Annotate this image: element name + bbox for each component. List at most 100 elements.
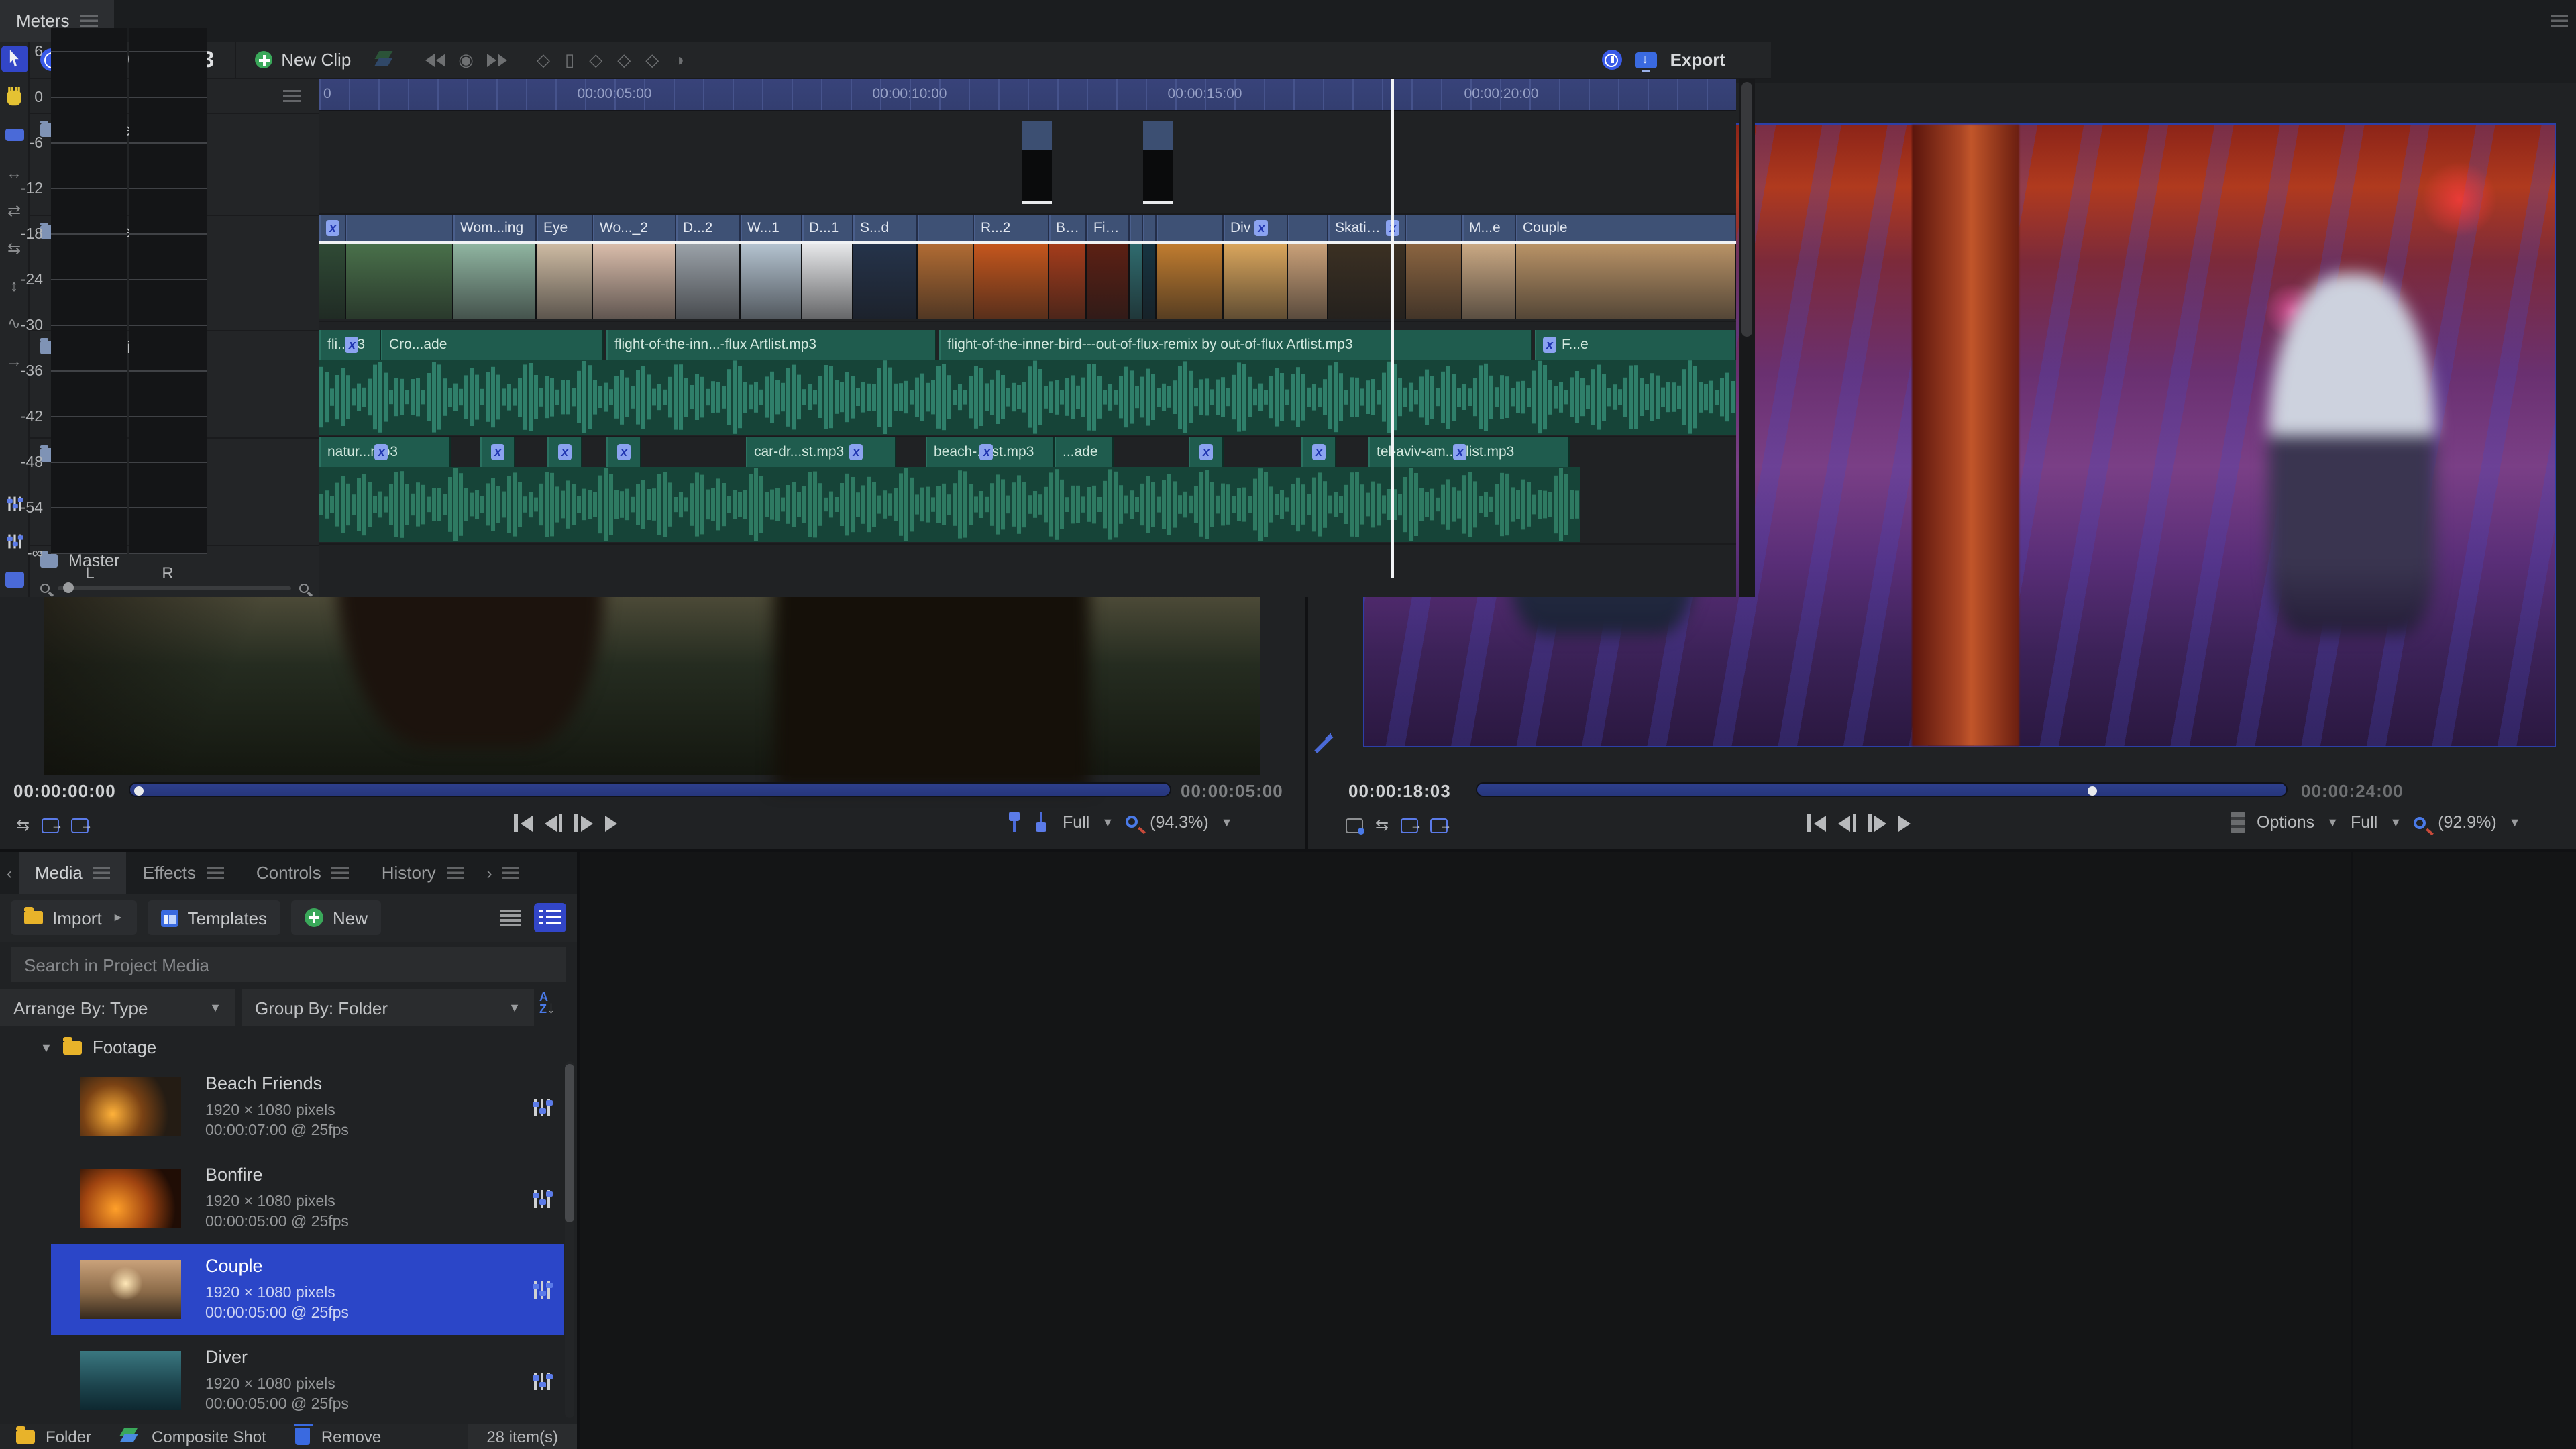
media-list-item[interactable]: Bonfire 1920 × 1080 pixels 00:00:05:00 @…: [51, 1152, 564, 1244]
remove-icon[interactable]: [296, 1428, 311, 1445]
audio-clip[interactable]: ...ade: [1055, 437, 1114, 467]
loop-playback-icon[interactable]: ⇆: [1375, 816, 1389, 835]
group-by-dropdown[interactable]: Group By: Folder▼: [241, 989, 534, 1026]
video-clip[interactable]: W...1: [741, 215, 802, 241]
timeline-vertical-scrollbar[interactable]: [1739, 79, 1755, 597]
video-clip[interactable]: Fi...er: [1087, 215, 1130, 241]
video-clip[interactable]: x: [319, 215, 346, 241]
list-view-icon[interactable]: [500, 910, 521, 926]
panel-menu-icon[interactable]: [447, 867, 464, 879]
audio-clip[interactable]: x: [1301, 437, 1336, 467]
clip-properties-icon[interactable]: [534, 1372, 550, 1389]
video-clip[interactable]: [918, 215, 974, 241]
remove-label[interactable]: Remove: [321, 1427, 381, 1446]
track-lane-music[interactable]: x fli...p3 Cro...ade flight-of-the-inn..…: [319, 330, 1736, 437]
video-clip[interactable]: R...2: [974, 215, 1049, 241]
video-clip[interactable]: x Skating: [1328, 215, 1406, 241]
video-clip[interactable]: S...d: [853, 215, 918, 241]
track-lane-video1[interactable]: x Wom...ing: [319, 215, 1736, 322]
previous-frame-button[interactable]: [1837, 814, 1856, 832]
track-lane-master[interactable]: [319, 545, 1736, 577]
search-input[interactable]: [11, 947, 566, 982]
video-clip[interactable]: [1143, 215, 1157, 241]
overlay-to-timeline-icon[interactable]: →: [71, 818, 89, 833]
export-frame-icon[interactable]: →: [1401, 818, 1418, 833]
make-composite-icon[interactable]: [375, 51, 395, 68]
composite-shot-icon[interactable]: [121, 1428, 141, 1445]
media-panel-tab[interactable]: Controls: [240, 852, 366, 894]
video-clip[interactable]: [1022, 121, 1052, 204]
audio-clip[interactable]: x tel-aviv-am...rtlist.mp3: [1368, 437, 1570, 467]
media-list-item[interactable]: Couple 1920 × 1080 pixels 00:00:05:00 @ …: [51, 1244, 564, 1335]
fit-mode-dropdown-icon[interactable]: ▼: [2390, 816, 2402, 829]
zoom-in-icon[interactable]: [299, 583, 309, 592]
video-clip[interactable]: B...s: [1049, 215, 1087, 241]
panel-menu-icon[interactable]: [502, 867, 520, 879]
composite-shot-label[interactable]: Composite Shot: [152, 1427, 266, 1446]
disclosure-triangle-icon[interactable]: ▼: [40, 1040, 52, 1054]
tabs-scroll-right-icon[interactable]: ›: [480, 852, 499, 894]
audio-clip[interactable]: x fli...p3: [319, 330, 381, 360]
zoom-dropdown-icon[interactable]: ▼: [2509, 816, 2521, 829]
zoom-dropdown-icon[interactable]: ▼: [1221, 815, 1233, 828]
detail-view-icon[interactable]: [534, 903, 566, 932]
overlay-edit-icon[interactable]: [1036, 812, 1051, 832]
import-button[interactable]: Import ▼: [11, 900, 137, 935]
play-button[interactable]: [1898, 815, 1910, 831]
audio-clip[interactable]: x car-dr...st.mp3: [746, 437, 896, 467]
timeline-playhead[interactable]: [1391, 79, 1394, 578]
trimmer-fit-mode[interactable]: Full: [1063, 812, 1089, 831]
viewer-playhead-handle[interactable]: [2088, 786, 2097, 795]
fit-frame-icon[interactable]: [1346, 818, 1363, 833]
zoom-slider-handle[interactable]: [63, 582, 74, 593]
viewer-zoom-percent[interactable]: (92.9%): [2438, 813, 2497, 832]
video-clip[interactable]: Eye: [537, 215, 593, 241]
panel-menu-icon[interactable]: [332, 867, 350, 879]
trimmer-scrubber[interactable]: [129, 782, 1171, 797]
media-scrollbar[interactable]: [565, 1061, 574, 1418]
new-button[interactable]: New: [291, 900, 381, 935]
go-to-start-button[interactable]: [514, 814, 532, 832]
export-in-out-icon[interactable]: →: [1430, 818, 1448, 833]
play-button[interactable]: [604, 815, 616, 831]
video-clip[interactable]: Couple: [1516, 215, 1736, 241]
next-frame-button[interactable]: [574, 814, 592, 832]
new-folder-icon[interactable]: [16, 1430, 35, 1443]
sort-az-icon[interactable]: AZ↓: [539, 991, 555, 1014]
clip-properties-icon[interactable]: [534, 1098, 550, 1116]
media-panel-tab[interactable]: Effects: [127, 852, 240, 894]
templates-button[interactable]: Templates: [148, 900, 281, 935]
media-panel-tab[interactable]: Media: [19, 852, 127, 894]
timeline-ruler[interactable]: 000:00:05:0000:00:10:0000:00:15:0000:00:…: [319, 79, 1736, 111]
slice-icon[interactable]: ▯: [565, 49, 574, 70]
media-list-item[interactable]: Diver 1920 × 1080 pixels 00:00:05:00 @ 2…: [51, 1335, 564, 1426]
export-button[interactable]: Export: [1670, 50, 1725, 70]
panel-menu-icon[interactable]: [80, 15, 97, 27]
insert-edit-icon[interactable]: [1009, 812, 1024, 832]
video-clip[interactable]: [346, 215, 453, 241]
media-panel-tab[interactable]: History: [366, 852, 480, 894]
audio-clip[interactable]: x beach-...ist.mp3: [926, 437, 1055, 467]
audio-clip[interactable]: Cro...ade: [381, 330, 604, 360]
timeline-zoom-slider[interactable]: [58, 586, 291, 590]
video-clip[interactable]: Wo..._2: [593, 215, 676, 241]
track-lane-video2[interactable]: [319, 113, 1736, 215]
audio-clip[interactable]: x: [547, 437, 582, 467]
track-lane-sfx[interactable]: x natur...mp3 x x: [319, 437, 1736, 545]
video-clip[interactable]: [1406, 215, 1462, 241]
timeline[interactable]: 000:00:05:0000:00:10:0000:00:15:0000:00:…: [319, 79, 1736, 597]
panel-menu-icon[interactable]: [2550, 15, 2567, 27]
viewer-scrubber[interactable]: [1476, 782, 2288, 797]
audio-clip[interactable]: flight-of-the-inn...-flux Artlist.mp3: [606, 330, 936, 360]
half-transition-icon[interactable]: ◑: [674, 50, 684, 70]
arrange-by-dropdown[interactable]: Arrange By: Type▼: [0, 989, 235, 1026]
fast-forward-icon[interactable]: [487, 53, 507, 66]
new-folder-label[interactable]: Folder: [46, 1427, 91, 1446]
panel-menu-icon[interactable]: [93, 867, 111, 879]
options-dropdown-icon[interactable]: ▼: [2326, 816, 2339, 829]
viewer-options[interactable]: Options: [2257, 813, 2314, 832]
audio-panel-toggle[interactable]: [1, 566, 28, 592]
new-clip-button[interactable]: New Clip: [254, 50, 351, 70]
video-clip[interactable]: D...2: [676, 215, 741, 241]
insert-to-timeline-icon[interactable]: →: [42, 818, 59, 833]
